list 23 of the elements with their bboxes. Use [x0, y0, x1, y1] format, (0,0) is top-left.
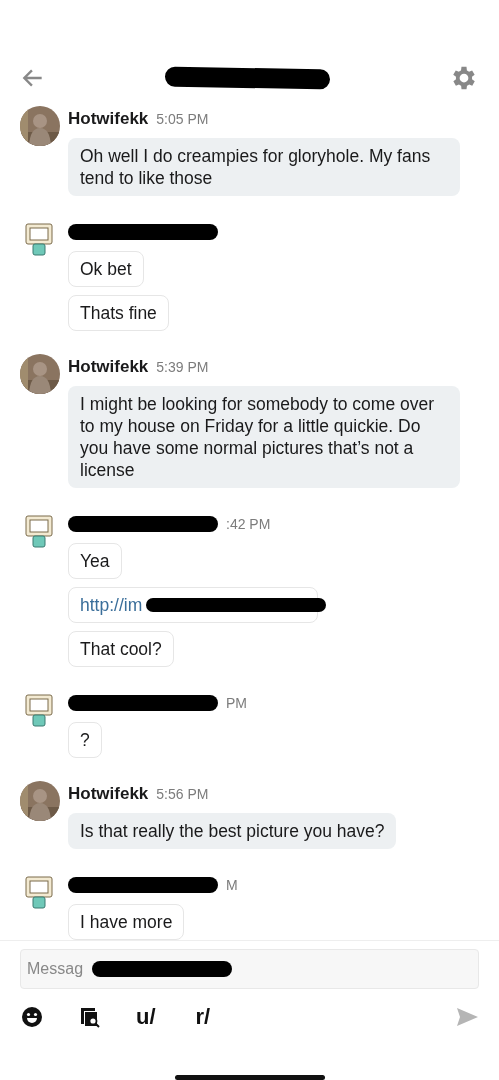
- timestamp: 5:05 PM: [156, 111, 209, 127]
- message-bubble: Yea: [68, 543, 122, 579]
- link[interactable]: http://im: [80, 594, 143, 616]
- message-bubble: That cool?: [68, 631, 174, 667]
- message-bubble: ?: [68, 722, 102, 758]
- timestamp: M: [226, 877, 238, 893]
- message-bubble: Thats fine: [68, 295, 169, 331]
- toolbar-button[interactable]: r/: [195, 1004, 211, 1030]
- message-bubble: I might be looking for somebody to come over to my house on Friday for a little quickie. Do you have some normal pictures that’s not a license: [68, 386, 460, 488]
- timestamp: 5:56 PM: [156, 786, 209, 802]
- message-bubble: Is that really the best picture you have?: [68, 813, 397, 849]
- smiley-icon[interactable]: [20, 1005, 44, 1029]
- timestamp: PM: [226, 695, 247, 711]
- message-bubble: Ok bet: [68, 251, 144, 287]
- timestamp: :42 PM: [226, 516, 271, 532]
- timestamp: 5:39 PM: [156, 359, 209, 375]
- image-search-icon[interactable]: [78, 1005, 102, 1029]
- toolbar-button[interactable]: u/: [136, 1004, 156, 1030]
- user-name[interactable]: Hotwifekk: [68, 357, 149, 377]
- user-name[interactable]: Hotwifekk: [68, 784, 149, 804]
- message-bubble: I have more: [68, 904, 185, 940]
- message-bubble: Oh well I do creampies for gloryhole. My fans tend to like those: [68, 138, 460, 196]
- user-name[interactable]: Hotwifekk: [68, 109, 149, 129]
